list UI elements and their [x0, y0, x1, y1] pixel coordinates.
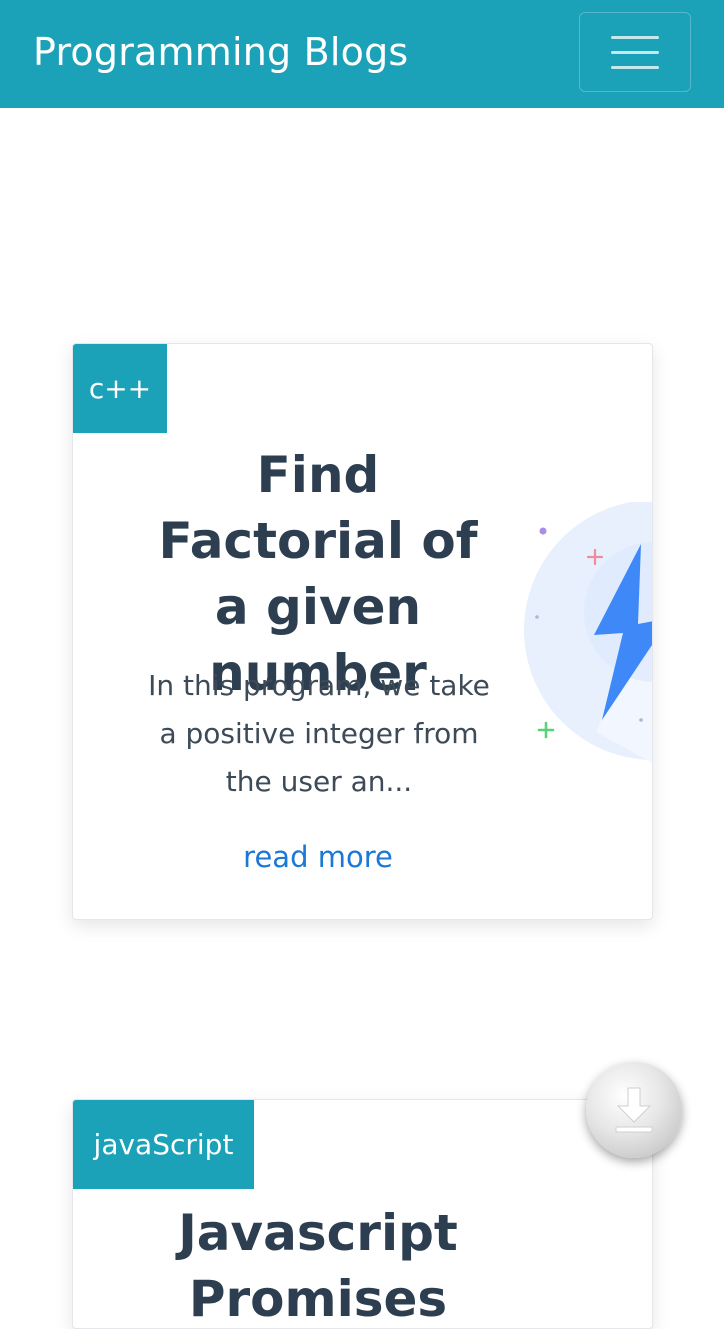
post-excerpt: In this program, we take a positive inte…	[148, 669, 490, 798]
hamburger-menu-icon	[611, 35, 659, 39]
hamburger-menu-icon-bar	[611, 65, 659, 69]
navbar-toggle-button[interactable]	[579, 12, 691, 92]
post-card: c++ Find Factorial of a given number In …	[72, 343, 653, 920]
category-badge[interactable]: c++	[73, 344, 167, 433]
lightning-bolt-icon	[524, 502, 652, 763]
download-icon	[615, 1087, 653, 1133]
post-title: Javascript Promises	[178, 1204, 458, 1328]
navbar: Programming Blogs	[0, 0, 724, 108]
read-more-link[interactable]: read more	[133, 840, 503, 874]
category-badge[interactable]: javaScript	[73, 1100, 254, 1189]
hamburger-menu-icon-bar	[611, 50, 659, 54]
post-card: javaScript Javascript Promises	[72, 1099, 653, 1329]
download-button[interactable]	[586, 1062, 682, 1158]
navbar-brand[interactable]: Programming Blogs	[33, 30, 408, 74]
